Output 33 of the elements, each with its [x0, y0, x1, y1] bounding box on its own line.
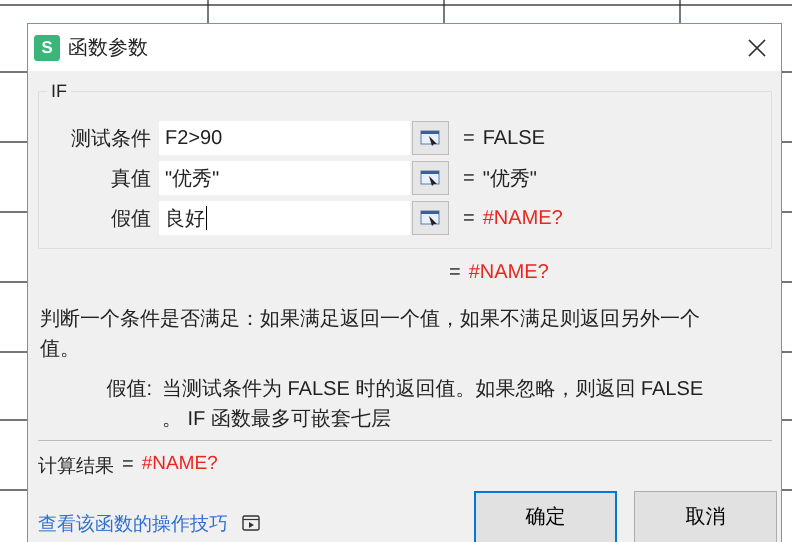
input-field[interactable]: F2>90 — [159, 121, 410, 155]
input-field[interactable]: 良好 — [159, 201, 410, 235]
argument-name: 假值: — [105, 377, 153, 402]
equals-sign: = — [463, 126, 475, 150]
window-title: 函数参数 — [68, 36, 149, 61]
table-cursor-icon — [420, 209, 442, 227]
calculation-label: 计算结果 — [38, 455, 114, 479]
range-picker-button[interactable] — [412, 161, 449, 195]
argument-label: 假值 — [110, 206, 152, 232]
argument-description: 当测试条件为 FALSE 时的返回值。如果忽略，则返回 FALSE 。 IF 函数最多可嵌套七层 — [162, 377, 704, 432]
range-picker-button[interactable] — [412, 201, 449, 235]
app-icon: S — [34, 34, 60, 60]
dialog-button[interactable]: 确定 — [474, 491, 617, 542]
dialog-button[interactable]: 取消 — [634, 491, 777, 542]
argument-result: FALSE — [482, 126, 545, 150]
help-link[interactable]: 查看该函数的操作技巧 — [38, 511, 228, 537]
table-cursor-icon — [420, 129, 442, 147]
equals-sign: = — [463, 166, 475, 190]
equals-sign: = — [122, 453, 134, 477]
argument-label: 测试条件 — [70, 126, 152, 152]
argument-label: 真值 — [110, 166, 152, 192]
input-field[interactable]: "优秀" — [159, 161, 410, 195]
equals-sign: = — [449, 261, 461, 284]
table-cursor-icon — [420, 169, 442, 187]
equals-sign: = — [463, 206, 475, 230]
function-description: 判断一个条件是否满足：如果满足返回一个值，如果不满足则返回另外一个值。 — [40, 307, 701, 362]
argument-result: #NAME? — [482, 206, 563, 230]
argument-result: "优秀" — [482, 166, 537, 192]
calculation-result: #NAME? — [142, 453, 218, 476]
range-picker-button[interactable] — [412, 121, 449, 155]
formula-result: #NAME? — [468, 261, 549, 284]
video-icon[interactable] — [242, 515, 260, 531]
close-icon[interactable] — [747, 38, 767, 58]
